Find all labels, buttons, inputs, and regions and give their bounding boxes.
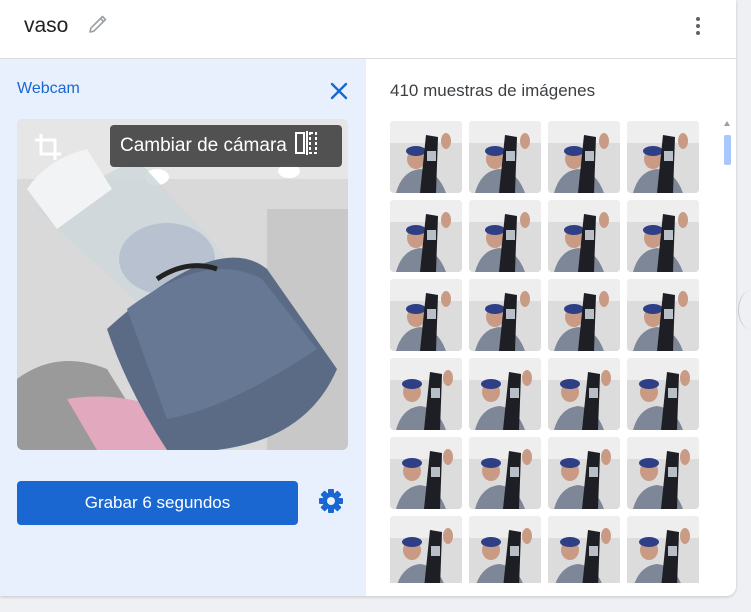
card-header: vaso — [0, 0, 736, 59]
samples-panel: 410 muestras de imágenes — [367, 59, 736, 596]
samples-count-title: 410 muestras de imágenes — [390, 81, 596, 100]
sample-thumbnail[interactable] — [469, 200, 541, 272]
sample-thumbnail[interactable] — [548, 437, 620, 509]
more-vert-icon[interactable] — [687, 14, 709, 38]
webcam-panel: Webcam Cambiar de cámara Grabar 6 segund… — [0, 59, 366, 596]
class-card: vaso Webcam Cambiar de cámara Grabar 6 s… — [0, 0, 736, 596]
scroll-up-arrow-icon[interactable] — [724, 121, 730, 126]
sample-thumbnail[interactable] — [548, 279, 620, 351]
sample-thumbnail[interactable] — [548, 516, 620, 583]
sample-thumbnail[interactable] — [627, 516, 699, 583]
flip-camera-icon — [287, 130, 319, 162]
sample-thumbnail[interactable] — [548, 358, 620, 430]
pencil-icon[interactable] — [86, 12, 110, 36]
sample-thumbnail[interactable] — [627, 200, 699, 272]
webcam-title: Webcam — [17, 80, 80, 97]
samples-grid[interactable] — [390, 121, 710, 583]
close-icon[interactable] — [327, 79, 351, 103]
sample-thumbnail[interactable] — [469, 121, 541, 193]
sample-thumbnail[interactable] — [469, 358, 541, 430]
sample-thumbnail[interactable] — [390, 279, 462, 351]
webcam-preview: Cambiar de cámara — [17, 119, 348, 450]
sample-thumbnail[interactable] — [627, 279, 699, 351]
gear-icon[interactable] — [317, 487, 345, 515]
record-button-label: Grabar 6 segundos — [84, 493, 231, 512]
switch-camera-label: Cambiar de cámara — [120, 135, 287, 156]
sample-thumbnail[interactable] — [390, 121, 462, 193]
scroll-thumb[interactable] — [724, 135, 731, 165]
webcam-image — [17, 119, 348, 450]
sample-thumbnail[interactable] — [627, 121, 699, 193]
sample-thumbnail[interactable] — [390, 358, 462, 430]
switch-camera-button[interactable]: Cambiar de cámara — [110, 125, 342, 167]
sample-thumbnail[interactable] — [390, 437, 462, 509]
sample-thumbnail[interactable] — [627, 358, 699, 430]
sample-thumbnail[interactable] — [469, 516, 541, 583]
record-button[interactable]: Grabar 6 segundos — [17, 481, 298, 525]
sample-thumbnail[interactable] — [627, 437, 699, 509]
sample-thumbnail[interactable] — [548, 200, 620, 272]
sample-thumbnail[interactable] — [390, 200, 462, 272]
samples-scrollbar[interactable] — [723, 121, 732, 587]
sample-thumbnail[interactable] — [469, 437, 541, 509]
sample-thumbnail[interactable] — [390, 516, 462, 583]
crop-icon[interactable] — [32, 131, 64, 163]
sample-thumbnail[interactable] — [548, 121, 620, 193]
side-connector — [738, 290, 751, 330]
sample-thumbnail[interactable] — [469, 279, 541, 351]
class-name[interactable]: vaso — [24, 14, 68, 38]
